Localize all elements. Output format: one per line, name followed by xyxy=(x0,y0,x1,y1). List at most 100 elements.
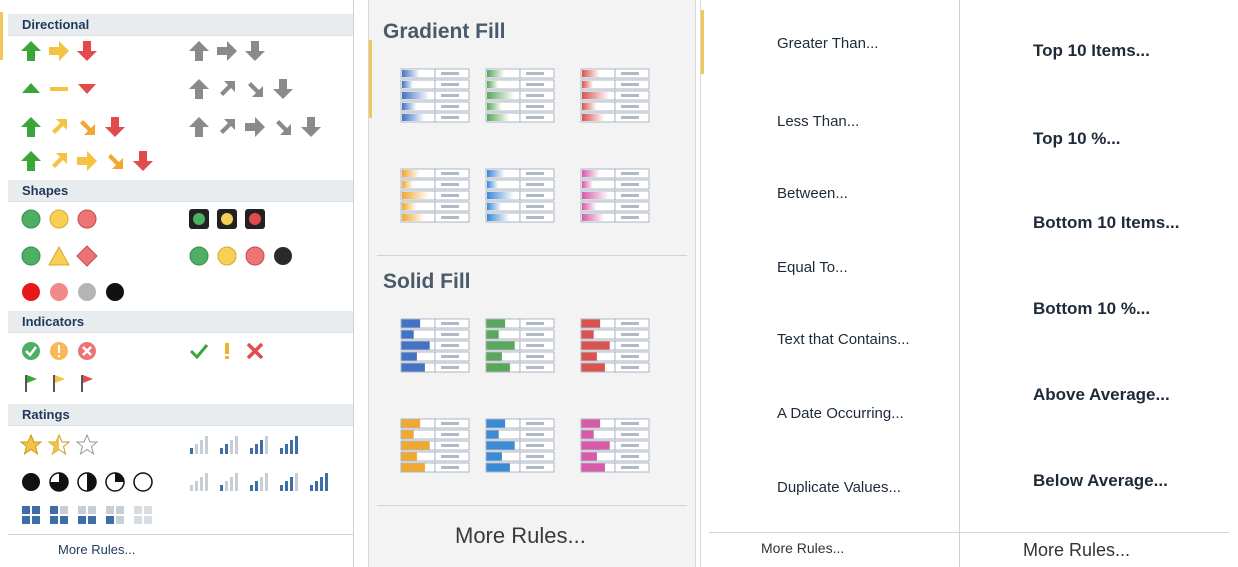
solid-bar-1-option[interactable] xyxy=(484,315,556,382)
rule-greater-than[interactable]: Greater Than... xyxy=(715,22,878,64)
more-rules-label: More Rules... xyxy=(761,540,845,556)
icon-set-4-ratings[interactable] xyxy=(188,434,308,456)
gray-up-arrow-icon xyxy=(189,79,209,99)
rule-top-10-%[interactable]: Top 10 %... xyxy=(971,118,1121,160)
highlight-rule-icon xyxy=(715,466,757,508)
green-up-arrow-icon xyxy=(21,151,41,171)
rule-text-that-contains[interactable]: Text that Contains... xyxy=(715,318,910,360)
rule-label: Greater Than... xyxy=(777,34,879,52)
rule-above-average[interactable]: Above Average... xyxy=(971,374,1170,416)
rule-label: Text that Contains... xyxy=(777,330,910,348)
gradient-bar-0-option[interactable] xyxy=(399,65,471,132)
solid-bar-0-option[interactable] xyxy=(399,315,471,382)
signal-bars-2-icon xyxy=(250,473,268,491)
gray-down-arrow-icon xyxy=(245,41,265,61)
icon-sets-panel: Directional Shapes Indicators Ratings Mo… xyxy=(0,0,354,567)
gradient-bar-0-icon xyxy=(400,68,470,123)
rimmed-red-light-icon xyxy=(245,209,265,229)
solid-bar-3-option[interactable] xyxy=(399,415,471,482)
rule-bottom-10-%[interactable]: Bottom 10 %... xyxy=(971,288,1150,330)
more-rules-link-left[interactable]: More Rules... xyxy=(761,540,844,556)
icon-set-3-arrows-colored[interactable] xyxy=(20,40,104,62)
icon-set-4-traffic-lights[interactable] xyxy=(188,245,300,267)
signal-bars-1-icon xyxy=(190,436,208,454)
rule-label: Between... xyxy=(777,184,848,202)
yellow-down-right-arrow-icon xyxy=(80,120,95,135)
icon-set-3-traffic-lights-unrimmed[interactable] xyxy=(20,208,104,230)
green-check-icon xyxy=(189,344,209,360)
gray-up-arrow-icon xyxy=(189,41,209,61)
rule-duplicate-values[interactable]: Duplicate Values... xyxy=(715,466,901,508)
icon-set-5-quarters[interactable] xyxy=(20,471,160,493)
signal-bars-3-icon xyxy=(250,436,268,454)
solid-bar-2-icon xyxy=(580,318,650,373)
solid-bar-2-option[interactable] xyxy=(579,315,651,382)
icon-set-3-flags[interactable] xyxy=(20,372,104,394)
icon-set-3-arrows-gray[interactable] xyxy=(188,40,272,62)
divider xyxy=(709,532,1229,533)
solid-bar-3-icon xyxy=(400,418,470,473)
solid-bar-4-option[interactable] xyxy=(484,415,556,482)
signal-bars-0-icon xyxy=(190,473,208,491)
rule-a-date-occurring[interactable]: A Date Occurring... xyxy=(715,392,904,434)
icon-set-5-arrows-colored[interactable] xyxy=(20,150,160,172)
red-down-arrow-icon xyxy=(105,117,125,137)
gray-down-arrow-icon xyxy=(301,117,321,137)
section-ratings: Ratings xyxy=(8,404,353,426)
red-circle-icon xyxy=(77,209,97,229)
solid-bar-5-option[interactable] xyxy=(579,415,651,482)
gradient-bar-4-icon xyxy=(485,168,555,223)
red-down-arrow-icon xyxy=(77,41,97,61)
green-circle-icon xyxy=(189,246,209,266)
icon-set-5-arrows-gray[interactable] xyxy=(188,116,328,138)
rule-between[interactable]: Between... xyxy=(715,172,848,214)
gradient-bar-5-option[interactable] xyxy=(579,165,651,232)
gradient-bar-1-option[interactable] xyxy=(484,65,556,132)
rule-below-average[interactable]: Below Average... xyxy=(971,460,1168,502)
gray-right-arrow-icon xyxy=(217,41,237,61)
rule-bottom-10-items[interactable]: Bottom 10 Items... xyxy=(971,202,1179,244)
gradient-bar-3-option[interactable] xyxy=(399,165,471,232)
yellow-up-right-arrow-icon xyxy=(52,119,67,134)
gray-up-right-arrow-icon xyxy=(220,119,235,134)
empty-circle-icon xyxy=(133,472,153,492)
green-up-arrow-icon xyxy=(21,117,41,137)
red-x-circle-icon xyxy=(78,342,96,360)
full-circle-icon xyxy=(22,473,40,491)
rule-equal-to[interactable]: Equal To... xyxy=(715,246,848,288)
black-circle-icon xyxy=(106,283,124,301)
rimmed-green-light-icon xyxy=(189,209,209,229)
more-rules-link[interactable]: More Rules... xyxy=(455,523,586,549)
highlight-rule-icon xyxy=(715,100,757,142)
red-circle-icon xyxy=(245,246,265,266)
signal-bars-4-icon xyxy=(280,436,298,454)
icon-set-4-arrows-colored[interactable] xyxy=(20,116,132,138)
gray-right-arrow-icon xyxy=(245,117,265,137)
icon-set-red-to-black[interactable] xyxy=(20,281,132,303)
icon-set-3-symbols-circled[interactable] xyxy=(20,340,104,362)
gradient-bar-4-option[interactable] xyxy=(484,165,556,232)
yellow-dash-icon xyxy=(50,87,68,91)
yellow-flag-icon xyxy=(53,375,65,392)
rule-top-10-items[interactable]: Top 10 Items... xyxy=(971,30,1150,72)
yellow-right-arrow-icon xyxy=(49,41,69,61)
green-circle-icon xyxy=(21,246,41,266)
icon-set-3-stars[interactable] xyxy=(20,434,104,456)
green-up-arrow-icon xyxy=(21,41,41,61)
more-rules-link-right[interactable]: More Rules... xyxy=(1023,540,1130,561)
red-diamond-icon xyxy=(76,245,98,267)
yellow-circle-icon xyxy=(49,209,69,229)
section-shapes: Shapes xyxy=(8,180,353,202)
gradient-bar-2-option[interactable] xyxy=(579,65,651,132)
more-rules-link[interactable]: More Rules... xyxy=(58,542,135,557)
icon-set-5-ratings[interactable] xyxy=(188,471,338,493)
icon-set-3-symbols-uncircled[interactable] xyxy=(188,340,272,362)
icon-set-5-boxes[interactable] xyxy=(20,504,160,526)
icon-set-3-signs[interactable] xyxy=(20,245,104,267)
icon-set-3-traffic-lights-rimmed[interactable] xyxy=(188,208,272,230)
icon-set-3-triangles[interactable] xyxy=(20,78,104,100)
red-x-icon xyxy=(246,342,264,360)
icon-set-4-arrows-gray[interactable] xyxy=(188,78,300,100)
rule-label: Bottom 10 %... xyxy=(1033,299,1151,318)
rule-less-than[interactable]: Less Than... xyxy=(715,100,859,142)
